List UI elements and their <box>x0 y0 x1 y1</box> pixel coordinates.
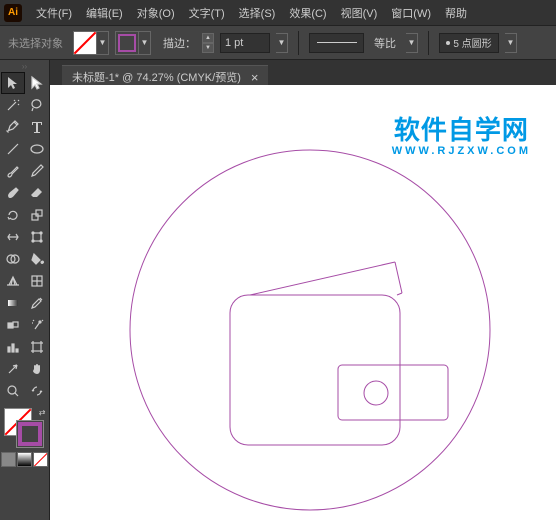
brush-dropdown[interactable]: ▼ <box>505 33 517 53</box>
stroke-weight-input[interactable]: 1 pt <box>220 33 270 53</box>
menu-object[interactable]: 对象(O) <box>131 2 181 24</box>
brush-dot-icon <box>446 41 450 45</box>
eraser-tool[interactable] <box>25 182 49 204</box>
stroke-swatch[interactable] <box>115 31 139 55</box>
menu-file[interactable]: 文件(F) <box>30 2 78 24</box>
close-tab-icon[interactable]: × <box>251 70 259 85</box>
fill-swatch[interactable] <box>73 31 97 55</box>
blob-brush-tool[interactable] <box>1 182 25 204</box>
live-paint-tool[interactable] <box>25 248 49 270</box>
type-tool[interactable] <box>25 116 49 138</box>
width-tool[interactable] <box>1 226 25 248</box>
magic-wand-tool[interactable] <box>1 94 25 116</box>
column-graph-tool[interactable] <box>1 336 25 358</box>
perspective-grid-tool[interactable] <box>1 270 25 292</box>
menu-effect[interactable]: 效果(C) <box>283 2 332 24</box>
blend-tool[interactable] <box>1 314 25 336</box>
scale-dropdown[interactable]: ▼ <box>406 33 418 53</box>
toggle-fill-stroke[interactable] <box>25 380 49 402</box>
hand-tool[interactable] <box>25 358 49 380</box>
stroke-dropdown[interactable]: ▼ <box>139 31 151 55</box>
divider <box>428 31 429 55</box>
divider <box>298 31 299 55</box>
artwork-outline <box>100 120 520 520</box>
brush-preview[interactable]: 5 点圆形 <box>439 33 499 53</box>
watermark: 软件自学网 WWW.RJZXW.COM <box>392 110 531 157</box>
watermark-cn: 软件自学网 <box>392 110 531 147</box>
symbol-sprayer-tool[interactable] <box>25 314 49 336</box>
stroke-profile[interactable] <box>309 33 364 53</box>
mesh-tool[interactable] <box>25 270 49 292</box>
fill-dropdown[interactable]: ▼ <box>97 31 109 55</box>
scale-label: 等比 <box>374 35 396 51</box>
rotate-tool[interactable] <box>1 204 25 226</box>
menu-edit[interactable]: 编辑(E) <box>80 2 129 24</box>
color-mode-solid[interactable] <box>1 452 16 467</box>
line-tool[interactable] <box>1 138 25 160</box>
menu-type[interactable]: 文字(T) <box>183 2 231 24</box>
selection-tool[interactable] <box>1 72 25 94</box>
shape-builder-tool[interactable] <box>1 248 25 270</box>
brush-label: 5 点圆形 <box>453 35 491 50</box>
panel-handle[interactable]: ›› <box>5 62 45 70</box>
scale-tool[interactable] <box>25 204 49 226</box>
pencil-tool[interactable] <box>25 160 49 182</box>
stroke-weight-stepper[interactable]: ▲▼ <box>202 33 214 53</box>
menu-select[interactable]: 选择(S) <box>233 2 282 24</box>
direct-selection-tool[interactable] <box>25 72 49 94</box>
stroke-weight-dropdown[interactable]: ▼ <box>276 33 288 53</box>
main-menu: 文件(F) 编辑(E) 对象(O) 文字(T) 选择(S) 效果(C) 视图(V… <box>30 2 473 24</box>
selection-status: 未选择对象 <box>8 35 63 51</box>
paintbrush-tool[interactable] <box>1 160 25 182</box>
menu-view[interactable]: 视图(V) <box>335 2 384 24</box>
watermark-en: WWW.RJZXW.COM <box>392 145 531 157</box>
fill-stroke-swatches: ⇄ <box>2 408 48 448</box>
app-icon: Ai <box>4 4 22 22</box>
pen-tool[interactable] <box>1 116 25 138</box>
ellipse-tool[interactable] <box>25 138 49 160</box>
zoom-tool[interactable] <box>1 380 25 402</box>
stroke-color-swatch[interactable] <box>16 420 44 448</box>
canvas[interactable]: 软件自学网 WWW.RJZXW.COM <box>50 85 556 520</box>
gradient-tool[interactable] <box>1 292 25 314</box>
tools-panel: ›› <box>0 60 50 520</box>
slice-tool[interactable] <box>1 358 25 380</box>
color-mode-gradient[interactable] <box>17 452 32 467</box>
stroke-label: 描边： <box>163 35 196 51</box>
color-mode-none[interactable] <box>33 452 48 467</box>
document-tab-bar: 未标题-1* @ 74.27% (CMYK/预览) × <box>50 60 556 85</box>
color-modes <box>1 452 48 467</box>
options-bar: 未选择对象 ▼ ▼ 描边： ▲▼ 1 pt ▼ 等比 ▼ 5 点圆形 ▼ <box>0 25 556 60</box>
eyedropper-tool[interactable] <box>25 292 49 314</box>
swap-fill-stroke[interactable]: ⇄ <box>39 408 46 417</box>
free-transform-tool[interactable] <box>25 226 49 248</box>
menu-window[interactable]: 窗口(W) <box>385 2 437 24</box>
artboard-tool[interactable] <box>25 336 49 358</box>
lasso-tool[interactable] <box>25 94 49 116</box>
menu-help[interactable]: 帮助 <box>439 2 473 24</box>
document-tab-title: 未标题-1* @ 74.27% (CMYK/预览) <box>72 69 241 85</box>
